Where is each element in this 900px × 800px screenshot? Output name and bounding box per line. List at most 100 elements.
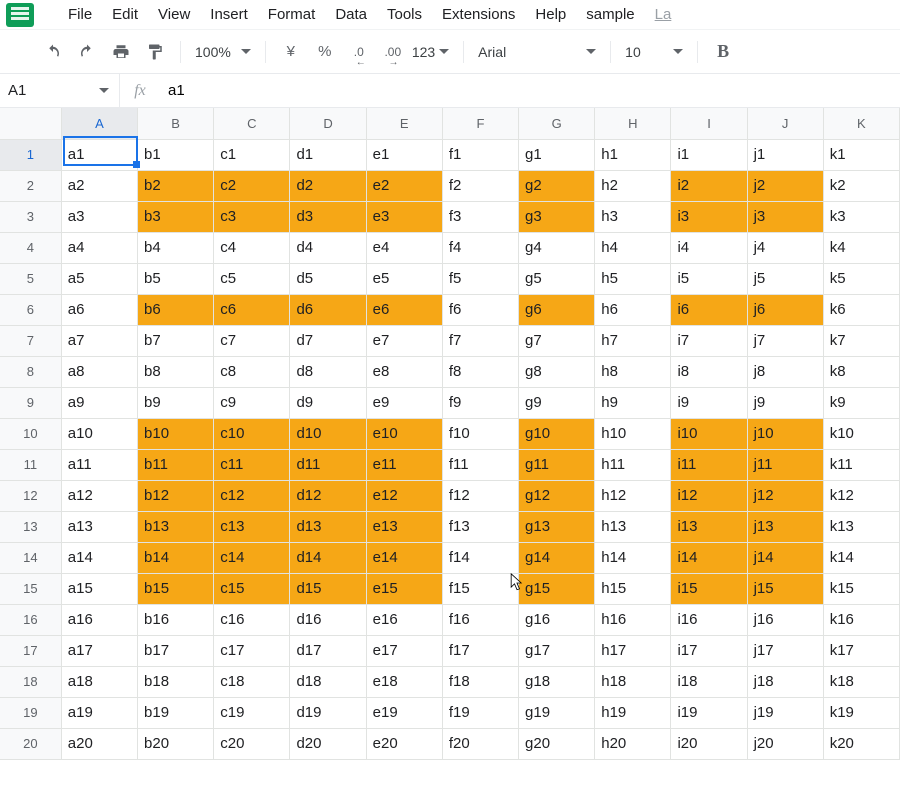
cell-I2[interactable]: i2 bbox=[671, 170, 747, 201]
cell-F3[interactable]: f3 bbox=[442, 201, 518, 232]
cell-A9[interactable]: a9 bbox=[61, 387, 137, 418]
menu-sample[interactable]: sample bbox=[576, 2, 644, 27]
cell-K16[interactable]: k16 bbox=[823, 604, 899, 635]
cell-I14[interactable]: i14 bbox=[671, 542, 747, 573]
cell-C14[interactable]: c14 bbox=[214, 542, 290, 573]
row-header-1[interactable]: 1 bbox=[0, 139, 61, 170]
cell-H19[interactable]: h19 bbox=[595, 697, 671, 728]
cell-I12[interactable]: i12 bbox=[671, 480, 747, 511]
row-header-9[interactable]: 9 bbox=[0, 387, 61, 418]
cell-K20[interactable]: k20 bbox=[823, 728, 899, 759]
cell-B6[interactable]: b6 bbox=[138, 294, 214, 325]
cell-B8[interactable]: b8 bbox=[138, 356, 214, 387]
cell-J1[interactable]: j1 bbox=[747, 139, 823, 170]
cell-A6[interactable]: a6 bbox=[61, 294, 137, 325]
cell-K10[interactable]: k10 bbox=[823, 418, 899, 449]
cell-A13[interactable]: a13 bbox=[61, 511, 137, 542]
cell-K18[interactable]: k18 bbox=[823, 666, 899, 697]
cell-K11[interactable]: k11 bbox=[823, 449, 899, 480]
cell-K2[interactable]: k2 bbox=[823, 170, 899, 201]
row-header-14[interactable]: 14 bbox=[0, 542, 61, 573]
cell-I6[interactable]: i6 bbox=[671, 294, 747, 325]
cell-E18[interactable]: e18 bbox=[366, 666, 442, 697]
cell-C20[interactable]: c20 bbox=[214, 728, 290, 759]
cell-I4[interactable]: i4 bbox=[671, 232, 747, 263]
cell-D12[interactable]: d12 bbox=[290, 480, 366, 511]
cell-F12[interactable]: f12 bbox=[442, 480, 518, 511]
cell-E13[interactable]: e13 bbox=[366, 511, 442, 542]
cell-A4[interactable]: a4 bbox=[61, 232, 137, 263]
cell-A5[interactable]: a5 bbox=[61, 263, 137, 294]
cell-D13[interactable]: d13 bbox=[290, 511, 366, 542]
cell-J10[interactable]: j10 bbox=[747, 418, 823, 449]
cell-B20[interactable]: b20 bbox=[138, 728, 214, 759]
row-header-15[interactable]: 15 bbox=[0, 573, 61, 604]
cell-K17[interactable]: k17 bbox=[823, 635, 899, 666]
cell-E8[interactable]: e8 bbox=[366, 356, 442, 387]
menu-edit[interactable]: Edit bbox=[102, 2, 148, 27]
cell-D8[interactable]: d8 bbox=[290, 356, 366, 387]
cell-K9[interactable]: k9 bbox=[823, 387, 899, 418]
cell-F6[interactable]: f6 bbox=[442, 294, 518, 325]
cell-J13[interactable]: j13 bbox=[747, 511, 823, 542]
cell-J20[interactable]: j20 bbox=[747, 728, 823, 759]
cell-F18[interactable]: f18 bbox=[442, 666, 518, 697]
cell-I1[interactable]: i1 bbox=[671, 139, 747, 170]
cell-B16[interactable]: b16 bbox=[138, 604, 214, 635]
cell-H16[interactable]: h16 bbox=[595, 604, 671, 635]
cell-A19[interactable]: a19 bbox=[61, 697, 137, 728]
cell-F2[interactable]: f2 bbox=[442, 170, 518, 201]
cell-D20[interactable]: d20 bbox=[290, 728, 366, 759]
cell-I3[interactable]: i3 bbox=[671, 201, 747, 232]
cell-H4[interactable]: h4 bbox=[595, 232, 671, 263]
cell-G19[interactable]: g19 bbox=[519, 697, 595, 728]
sheets-logo[interactable] bbox=[6, 3, 58, 27]
cell-A16[interactable]: a16 bbox=[61, 604, 137, 635]
cell-D18[interactable]: d18 bbox=[290, 666, 366, 697]
cell-H8[interactable]: h8 bbox=[595, 356, 671, 387]
cell-D10[interactable]: d10 bbox=[290, 418, 366, 449]
cell-K6[interactable]: k6 bbox=[823, 294, 899, 325]
col-header-F[interactable]: F bbox=[442, 108, 518, 139]
row-header-19[interactable]: 19 bbox=[0, 697, 61, 728]
row-header-13[interactable]: 13 bbox=[0, 511, 61, 542]
cell-C16[interactable]: c16 bbox=[214, 604, 290, 635]
cell-C3[interactable]: c3 bbox=[214, 201, 290, 232]
cell-G16[interactable]: g16 bbox=[519, 604, 595, 635]
cell-D4[interactable]: d4 bbox=[290, 232, 366, 263]
cell-B3[interactable]: b3 bbox=[138, 201, 214, 232]
cell-C8[interactable]: c8 bbox=[214, 356, 290, 387]
cell-C5[interactable]: c5 bbox=[214, 263, 290, 294]
cell-H7[interactable]: h7 bbox=[595, 325, 671, 356]
cell-K15[interactable]: k15 bbox=[823, 573, 899, 604]
cell-I9[interactable]: i9 bbox=[671, 387, 747, 418]
cell-G8[interactable]: g8 bbox=[519, 356, 595, 387]
cell-B15[interactable]: b15 bbox=[138, 573, 214, 604]
row-header-17[interactable]: 17 bbox=[0, 635, 61, 666]
row-header-10[interactable]: 10 bbox=[0, 418, 61, 449]
cell-D17[interactable]: d17 bbox=[290, 635, 366, 666]
cell-A14[interactable]: a14 bbox=[61, 542, 137, 573]
cell-B12[interactable]: b12 bbox=[138, 480, 214, 511]
cell-C6[interactable]: c6 bbox=[214, 294, 290, 325]
cell-K13[interactable]: k13 bbox=[823, 511, 899, 542]
cell-J18[interactable]: j18 bbox=[747, 666, 823, 697]
cell-G10[interactable]: g10 bbox=[519, 418, 595, 449]
cell-I10[interactable]: i10 bbox=[671, 418, 747, 449]
cell-E2[interactable]: e2 bbox=[366, 170, 442, 201]
cell-C9[interactable]: c9 bbox=[214, 387, 290, 418]
undo-button[interactable] bbox=[38, 37, 68, 67]
cell-B10[interactable]: b10 bbox=[138, 418, 214, 449]
cell-B5[interactable]: b5 bbox=[138, 263, 214, 294]
currency-button[interactable]: ¥ bbox=[276, 37, 306, 67]
cell-I8[interactable]: i8 bbox=[671, 356, 747, 387]
cell-E7[interactable]: e7 bbox=[366, 325, 442, 356]
font-size-select[interactable]: 10 bbox=[619, 37, 689, 67]
cell-F14[interactable]: f14 bbox=[442, 542, 518, 573]
cell-C7[interactable]: c7 bbox=[214, 325, 290, 356]
print-button[interactable] bbox=[106, 37, 136, 67]
cell-I20[interactable]: i20 bbox=[671, 728, 747, 759]
cell-F20[interactable]: f20 bbox=[442, 728, 518, 759]
menu-format[interactable]: Format bbox=[258, 2, 326, 27]
cell-F10[interactable]: f10 bbox=[442, 418, 518, 449]
